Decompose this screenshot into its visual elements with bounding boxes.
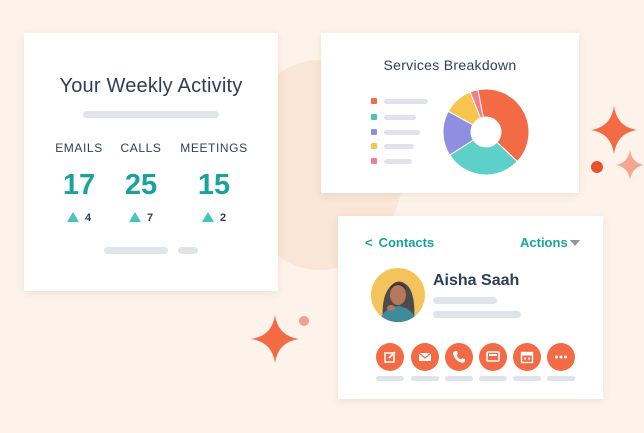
action-label-placeholder — [547, 376, 575, 381]
legend-label-placeholder — [384, 115, 416, 120]
contact-detail-placeholder — [433, 311, 521, 318]
phone-icon — [453, 351, 465, 363]
services-breakdown-card: Services Breakdown — [321, 33, 579, 193]
stat-change-value: 7 — [146, 212, 154, 224]
stat-meetings: MEETINGS 15 2 — [177, 141, 251, 224]
stat-label: MEETINGS — [180, 141, 248, 155]
screen-icon — [486, 351, 500, 362]
calendar-button[interactable] — [513, 343, 541, 371]
edit-button[interactable] — [376, 343, 404, 371]
legend-label-placeholder — [384, 144, 414, 149]
contact-name: Aisha Saah — [433, 272, 520, 289]
legend-swatch — [371, 114, 377, 120]
screen-button[interactable] — [479, 343, 507, 371]
email-button[interactable] — [411, 343, 439, 371]
chevron-down-icon[interactable] — [570, 240, 580, 246]
sparkle-icon-large — [591, 106, 637, 154]
more-button[interactable] — [547, 343, 575, 371]
weekly-activity-card: Your Weekly Activity EMAILS 17 4 CALLS 2… — [24, 33, 278, 291]
contact-detail-placeholder — [433, 297, 497, 304]
contact-card: < Contacts Actions Aisha Saah — [338, 216, 603, 399]
decorative-dot-large — [591, 161, 603, 173]
stat-label: CALLS — [120, 141, 162, 155]
stat-value: 15 — [197, 169, 231, 201]
email-icon — [418, 352, 432, 361]
triangle-up-icon — [66, 212, 79, 222]
actions-label: Actions — [520, 235, 568, 250]
services-breakdown-title: Services Breakdown — [383, 57, 517, 73]
avatar — [371, 268, 425, 322]
stat-calls: CALLS 25 7 — [104, 141, 178, 224]
subtitle-placeholder — [83, 111, 219, 118]
services-donut-chart — [442, 88, 530, 176]
legend-swatch — [371, 129, 377, 135]
triangle-up-icon — [201, 212, 214, 222]
call-button[interactable] — [445, 343, 473, 371]
legend-swatch — [371, 143, 377, 149]
legend-label-placeholder — [384, 99, 428, 104]
action-label-placeholder — [445, 376, 473, 381]
stat-change: 7 — [104, 212, 178, 224]
legend-label-placeholder — [384, 130, 420, 135]
action-label-placeholder — [376, 376, 404, 381]
back-to-contacts-link[interactable]: < Contacts — [365, 235, 434, 250]
back-link-label: Contacts — [378, 235, 435, 250]
sparkle-icon-bottom — [251, 315, 299, 363]
stat-value: 25 — [124, 169, 158, 201]
footer-placeholder — [104, 247, 168, 254]
actions-dropdown[interactable]: Actions — [520, 235, 568, 250]
action-label-placeholder — [513, 376, 541, 381]
chevron-left-icon: < — [365, 235, 373, 250]
triangle-up-icon — [128, 212, 141, 222]
weekly-activity-title: Your Weekly Activity — [59, 75, 243, 97]
edit-icon — [384, 351, 396, 363]
legend-label-placeholder — [384, 159, 412, 164]
footer-placeholder-short — [178, 247, 198, 254]
legend-swatch — [371, 158, 377, 164]
sparkle-icon-small — [616, 150, 644, 180]
legend-swatch — [371, 98, 377, 104]
stat-change-value: 4 — [84, 212, 92, 224]
stat-change-value: 2 — [219, 212, 227, 224]
calendar-icon — [520, 351, 534, 364]
stat-change: 2 — [177, 212, 251, 224]
action-label-placeholder — [411, 376, 439, 381]
more-icon — [555, 355, 567, 359]
decorative-dot-small — [299, 316, 309, 326]
action-label-placeholder — [479, 376, 507, 381]
